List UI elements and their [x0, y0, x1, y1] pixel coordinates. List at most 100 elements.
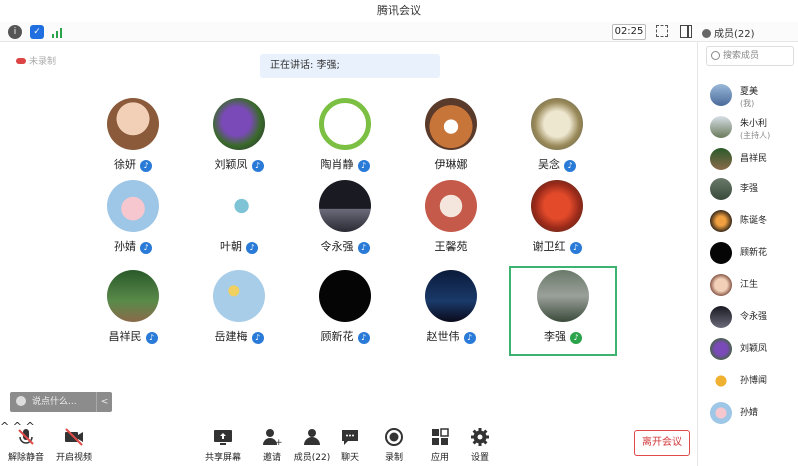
member-name: 孙博闻	[740, 376, 768, 386]
members-header[interactable]: 成员(22)	[702, 25, 755, 40]
participant-tile[interactable]: 岳建梅 ♪	[186, 270, 292, 360]
member-avatar	[710, 402, 732, 424]
participant-tile[interactable]: 谢卫红 ♪	[504, 180, 610, 270]
mic-icon: ♪	[463, 332, 476, 344]
member-list-item[interactable]: 孙博闻	[710, 368, 798, 398]
participant-name: 叶朝	[220, 240, 242, 253]
member-avatar	[710, 274, 732, 296]
invite-button[interactable]: + 邀请	[258, 426, 286, 463]
participant-tile[interactable]: 吴念 ♪	[504, 98, 610, 188]
chat-placeholder: 说点什么...	[32, 397, 77, 407]
member-avatar	[710, 338, 732, 360]
participant-avatar	[107, 180, 159, 232]
leave-meeting-button[interactable]: 离开会议	[634, 430, 690, 456]
participant-tile[interactable]: 刘颖凤 ♪	[186, 98, 292, 188]
share-screen-button[interactable]: 共享屏幕	[205, 426, 241, 463]
member-name: 夏美	[740, 87, 759, 97]
participant-name: 陶肖静	[320, 158, 354, 171]
member-list-item[interactable]: 夏美 (我)	[710, 82, 798, 112]
participant-avatar	[537, 270, 589, 322]
window-title: 腾讯会议	[0, 0, 798, 22]
start-video-button[interactable]: 开启视频	[56, 426, 92, 463]
mic-icon: ♪	[569, 242, 582, 254]
participant-avatar	[107, 270, 159, 322]
member-avatar	[710, 242, 732, 264]
member-list-item[interactable]: 陈诞冬	[710, 208, 798, 238]
member-name: 朱小利	[740, 119, 768, 129]
member-list-item[interactable]: 朱小利 (主持人)	[710, 114, 798, 144]
shield-icon[interactable]: ✓	[30, 25, 44, 39]
member-list-item[interactable]: 李强	[710, 176, 798, 206]
cloud-icon	[16, 58, 26, 64]
participant-name: 谢卫红	[532, 240, 566, 253]
meeting-timer: 02:25	[612, 24, 646, 40]
participant-avatar	[213, 98, 265, 150]
participant-avatar	[213, 270, 265, 322]
participant-tile[interactable]: 陶肖静 ♪	[292, 98, 398, 188]
member-list-item[interactable]: 刘颖凤	[710, 336, 798, 366]
participant-tile[interactable]: 伊琳娜	[398, 98, 504, 188]
mic-icon: ♪	[246, 242, 258, 254]
member-role: (主持人)	[740, 131, 771, 140]
mic-icon: ♪	[140, 160, 152, 172]
participant-name: 昌祥民	[108, 330, 142, 343]
participant-avatar	[425, 270, 477, 322]
chat-button[interactable]: 聊天	[336, 426, 364, 463]
participant-tile[interactable]: 昌祥民 ♪	[80, 270, 186, 360]
member-list-item[interactable]: 昌祥民	[710, 146, 798, 176]
settings-button[interactable]: 设置	[466, 426, 494, 463]
mic-icon: ♪	[140, 242, 152, 254]
member-name: 令永强	[740, 312, 768, 322]
settings-label: 设置	[470, 453, 489, 463]
fullscreen-icon[interactable]	[656, 25, 668, 37]
participant-avatar	[213, 180, 265, 232]
record-button[interactable]: 录制	[380, 426, 408, 463]
chat-collapse-button[interactable]: <	[96, 392, 112, 412]
participant-tile[interactable]: 赵世伟 ♪	[398, 270, 504, 360]
chat-input[interactable]: 说点什么... <	[10, 392, 112, 412]
participant-tile[interactable]: 叶朝 ♪	[186, 180, 292, 270]
member-avatar	[710, 84, 732, 106]
member-name: 刘颖凤	[740, 344, 768, 354]
apps-icon	[429, 426, 451, 448]
share-screen-label: 共享屏幕	[205, 453, 242, 463]
info-icon[interactable]: i	[8, 25, 22, 39]
mic-muted-icon	[15, 426, 37, 448]
participant-avatar	[531, 98, 583, 150]
member-avatar	[710, 210, 732, 232]
unmute-button[interactable]: 解除静音	[8, 426, 44, 463]
member-list-item[interactable]: 令永强	[710, 304, 798, 334]
member-search-input[interactable]: 搜索成员	[706, 46, 794, 66]
participant-tile[interactable]: 顾新花 ♪	[292, 270, 398, 360]
participant-avatar	[107, 98, 159, 150]
participant-avatar	[319, 180, 371, 232]
emoji-icon[interactable]	[16, 396, 26, 406]
member-avatar	[710, 370, 732, 392]
mic-icon: ♪	[251, 160, 264, 172]
participant-name: 王馨苑	[434, 240, 468, 253]
member-name: 江生	[740, 280, 759, 290]
participant-avatar	[425, 98, 477, 150]
participant-tile[interactable]: 令永强 ♪	[292, 180, 398, 270]
gear-icon	[469, 426, 491, 448]
member-avatar	[710, 306, 732, 328]
record-icon	[383, 426, 405, 448]
mic-icon: ♪	[564, 160, 576, 172]
members-button[interactable]: 成员(22)	[292, 426, 332, 463]
mic-icon: ♪	[357, 332, 370, 344]
cloud-record-status: 未录制	[16, 54, 56, 67]
member-name: 陈诞冬	[740, 216, 768, 226]
participant-tile-active[interactable]: 李强 ♪	[509, 266, 617, 356]
member-list-item[interactable]: 江生	[710, 272, 798, 302]
member-list-item[interactable]: 顾新花	[710, 240, 798, 270]
participant-tile[interactable]: 徐妍 ♪	[80, 98, 186, 188]
participant-name: 岳建梅	[214, 330, 248, 343]
participant-tile[interactable]: 孙婧 ♪	[80, 180, 186, 270]
apps-button[interactable]: 应用	[426, 426, 454, 463]
panel-toggle-icon[interactable]	[680, 25, 692, 38]
participant-name: 李强	[544, 330, 566, 343]
signal-icon[interactable]	[50, 25, 64, 39]
participant-name: 孙婧	[114, 240, 136, 253]
member-list-item[interactable]: 孙婧	[710, 400, 798, 430]
participant-tile[interactable]: 王馨苑	[398, 180, 504, 270]
